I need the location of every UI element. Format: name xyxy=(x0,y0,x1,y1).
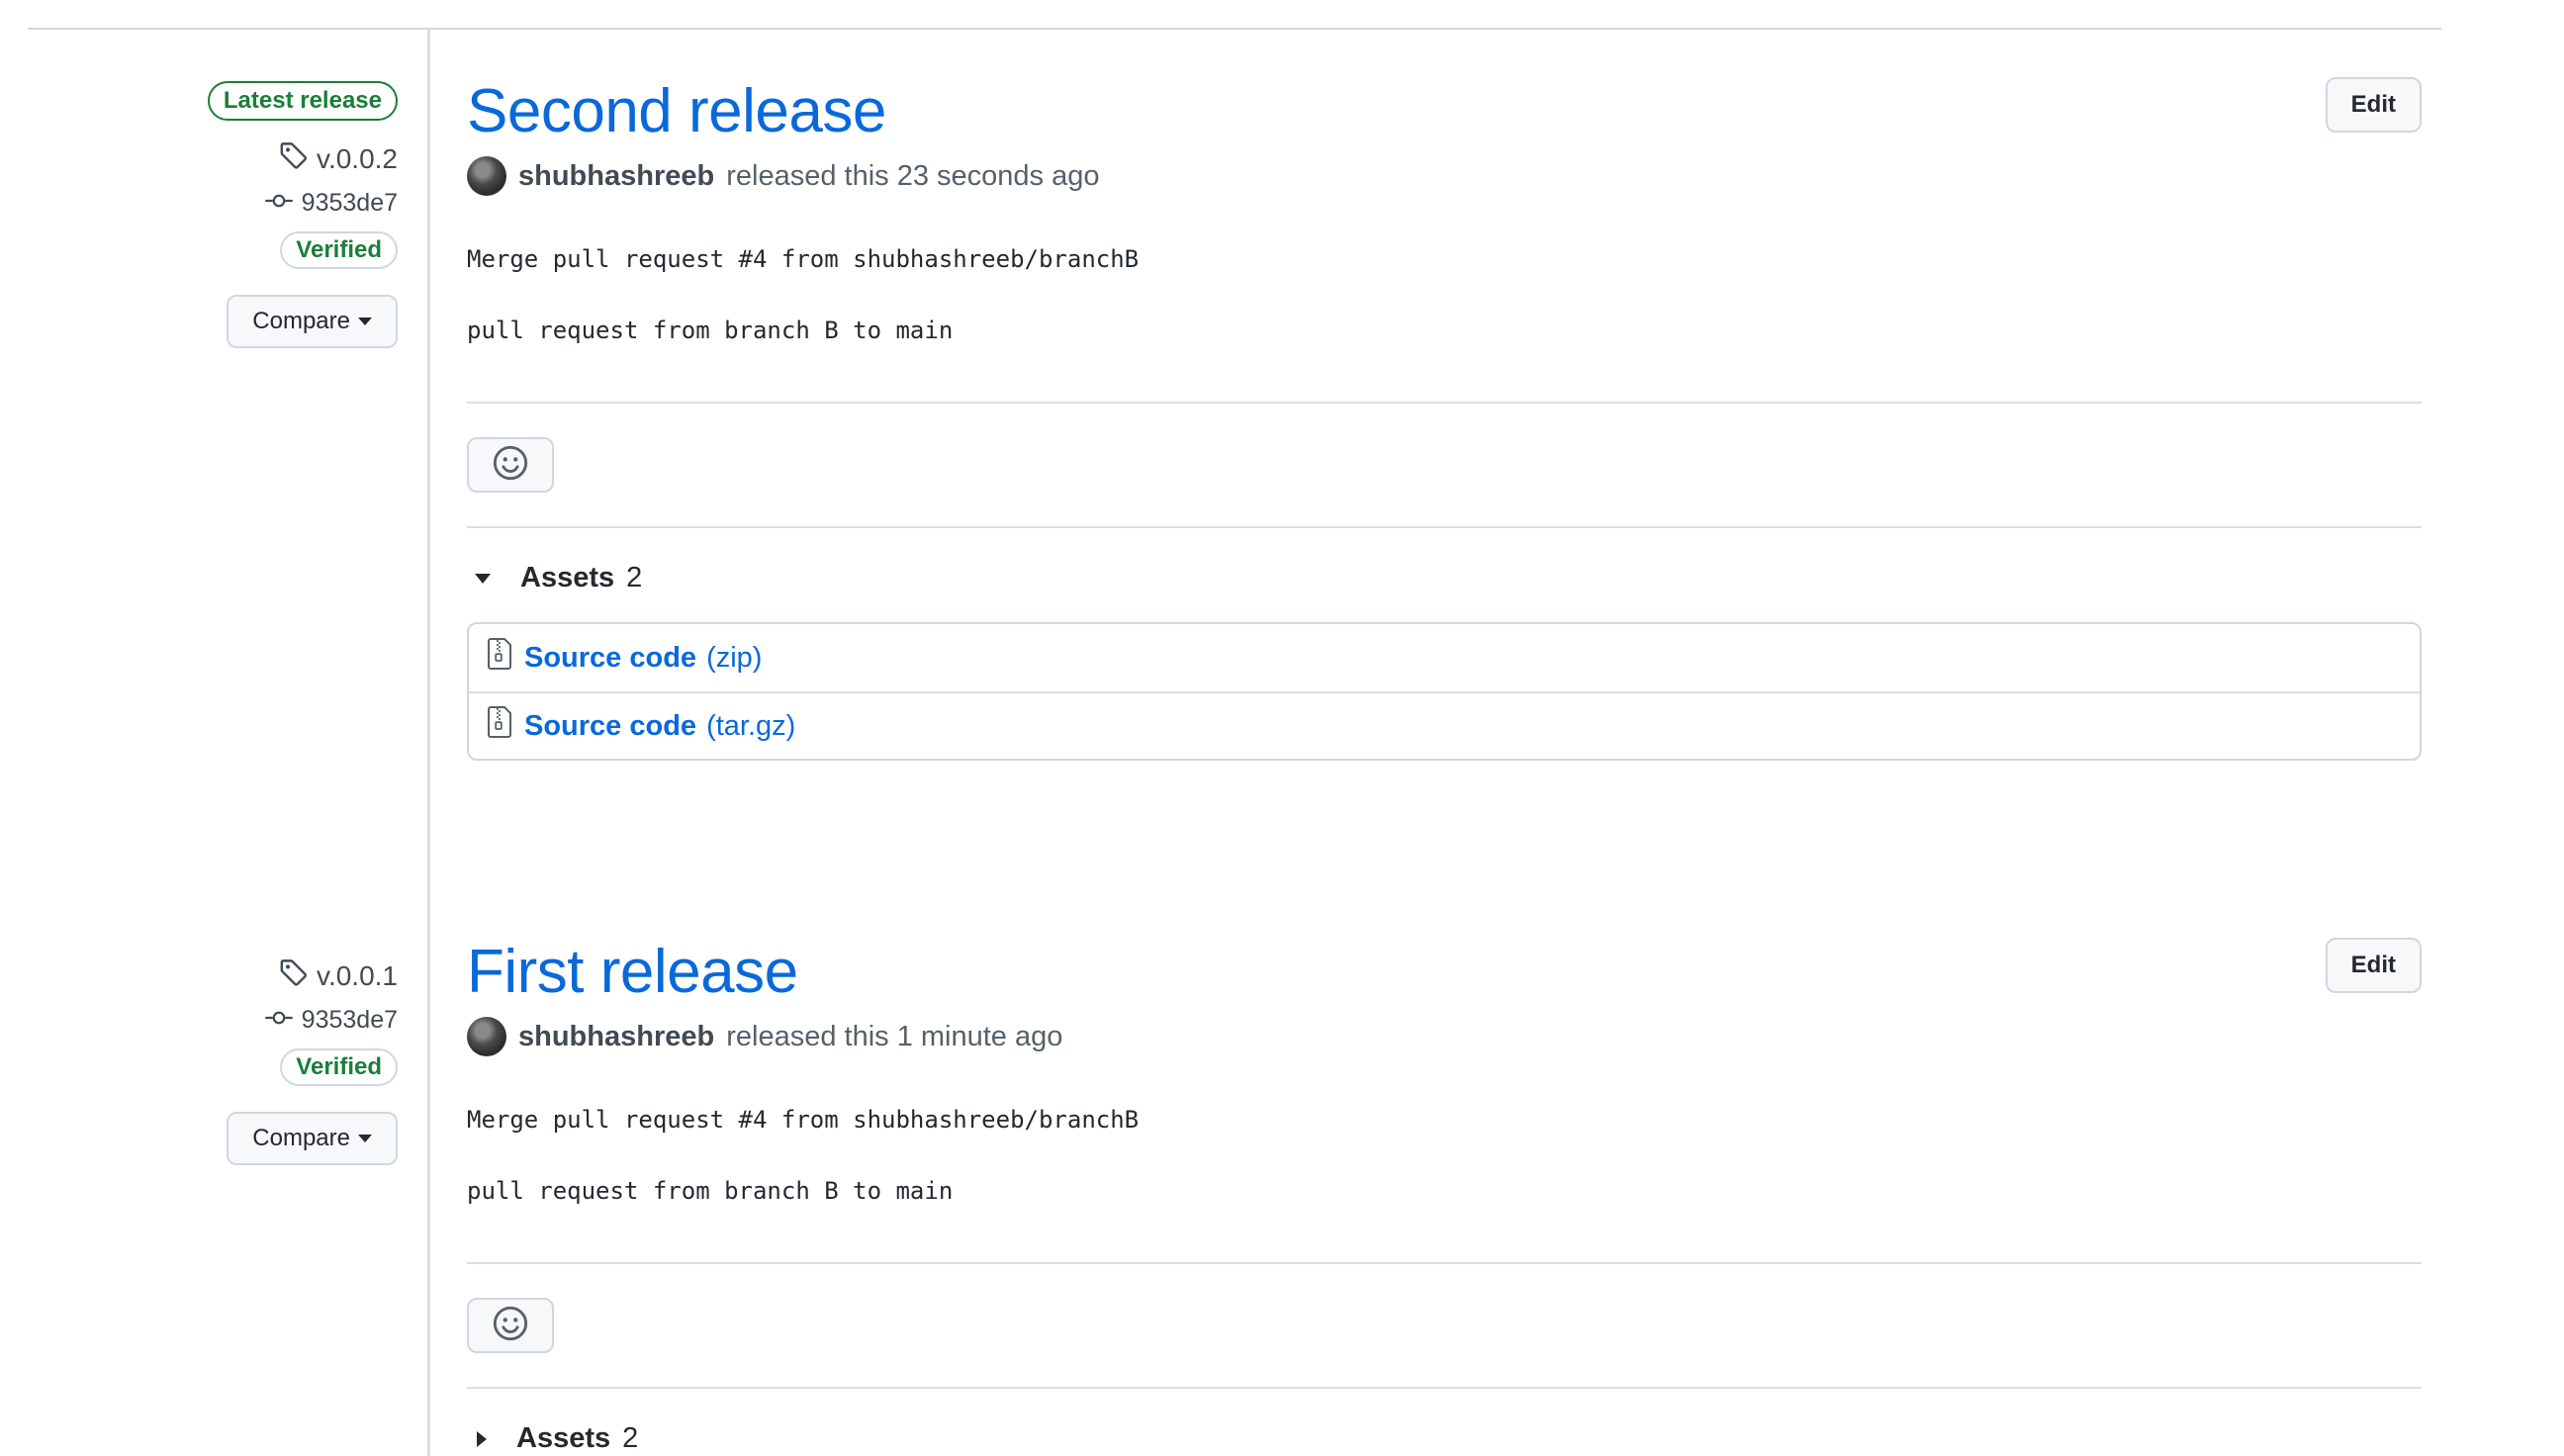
author-link[interactable]: shubhashreeb xyxy=(518,160,714,193)
release-notes-line: pull request from branch B to main xyxy=(467,1177,954,1205)
compare-button[interactable]: Compare xyxy=(227,295,398,348)
smiley-icon xyxy=(492,1305,529,1347)
file-zip-icon xyxy=(487,637,514,679)
release-notes-line: Merge pull request #4 from shubhashreeb/… xyxy=(467,245,1140,273)
release-notes-line: Merge pull request #4 from shubhashreeb/… xyxy=(467,1106,1140,1134)
edit-button[interactable]: Edit xyxy=(2325,77,2422,133)
triangle-down-icon xyxy=(475,573,491,584)
asset-ext: (zip) xyxy=(706,641,763,674)
avatar[interactable] xyxy=(467,156,506,196)
divider xyxy=(467,1262,2422,1264)
release-byline: shubhashreeb released this 1 minute ago xyxy=(467,1017,2422,1056)
tag-icon xyxy=(279,957,309,994)
compare-label: Compare xyxy=(252,1125,350,1151)
assets-label: Assets xyxy=(516,1422,611,1454)
assets-toggle[interactable]: Assets 2 xyxy=(467,562,2422,594)
release-tag-link[interactable]: v.0.0.1 xyxy=(279,957,398,994)
assets-toggle[interactable]: Assets 2 xyxy=(467,1422,2422,1455)
release-commit-link[interactable]: 9353de7 xyxy=(264,189,398,218)
divider xyxy=(467,1387,2422,1389)
release-card-first: First release Edit shubhashreeb released… xyxy=(467,938,2422,1455)
release-tag: v.0.0.2 xyxy=(317,142,398,174)
released-time-text: released this 23 seconds ago xyxy=(726,159,1100,192)
verified-badge[interactable]: Verified xyxy=(280,1048,398,1086)
timeline-line xyxy=(427,29,430,1456)
release-card-second: Second release Edit shubhashreeb release… xyxy=(467,77,2422,761)
file-zip-icon xyxy=(487,705,514,747)
divider xyxy=(467,402,2422,404)
release-commit: 9353de7 xyxy=(301,1006,398,1034)
release-commit: 9353de7 xyxy=(301,189,398,217)
asset-name: Source code xyxy=(524,709,697,742)
assets-count: 2 xyxy=(626,562,643,593)
asset-row[interactable]: Source code (tar.gz) xyxy=(469,691,2420,759)
assets-count: 2 xyxy=(622,1422,639,1454)
divider xyxy=(467,526,2422,528)
avatar[interactable] xyxy=(467,1017,506,1056)
git-commit-icon xyxy=(264,1006,294,1035)
smiley-icon xyxy=(492,444,529,487)
latest-release-badge: Latest release xyxy=(207,81,398,121)
top-divider xyxy=(28,28,2441,30)
release-commit-link[interactable]: 9353de7 xyxy=(264,1006,398,1035)
asset-row[interactable]: Source code (zip) xyxy=(469,624,2420,691)
verified-badge[interactable]: Verified xyxy=(280,231,398,269)
triangle-down-icon xyxy=(358,1135,372,1142)
assets-label: Assets xyxy=(520,562,615,593)
add-reaction-button[interactable] xyxy=(467,1298,554,1353)
triangle-right-icon xyxy=(477,1430,487,1447)
git-commit-icon xyxy=(264,189,294,218)
release-meta-second: Latest release v.0.0.2 9353de7 Verified … xyxy=(101,81,398,348)
release-tag: v.0.0.1 xyxy=(317,959,398,991)
triangle-down-icon xyxy=(358,318,372,325)
release-title[interactable]: Second release xyxy=(467,77,2422,146)
assets-list: Source code (zip) Source code (tar.gz) xyxy=(467,622,2422,761)
add-reaction-button[interactable] xyxy=(467,437,554,493)
tag-icon xyxy=(279,140,309,177)
release-tag-link[interactable]: v.0.0.2 xyxy=(279,140,398,177)
release-meta-first: v.0.0.1 9353de7 Verified Compare xyxy=(101,957,398,1165)
release-notes-line: pull request from branch B to main xyxy=(467,317,954,344)
edit-button[interactable]: Edit xyxy=(2325,938,2422,993)
compare-label: Compare xyxy=(252,308,350,334)
release-title[interactable]: First release xyxy=(467,938,2422,1007)
asset-ext: (tar.gz) xyxy=(706,709,796,742)
compare-button[interactable]: Compare xyxy=(227,1112,398,1165)
asset-name: Source code xyxy=(524,641,697,674)
released-time-text: released this 1 minute ago xyxy=(726,1020,1063,1052)
release-byline: shubhashreeb released this 23 seconds ag… xyxy=(467,156,2422,196)
author-link[interactable]: shubhashreeb xyxy=(518,1021,714,1053)
